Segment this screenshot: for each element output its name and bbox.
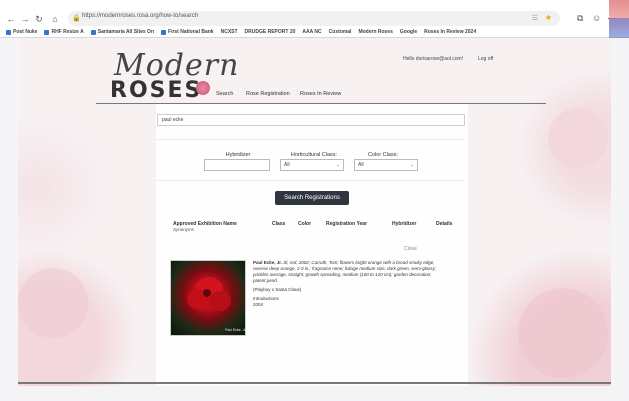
parentage: (Playboy x Santa Claus) — [253, 287, 302, 292]
color-class-label: Color Class: — [368, 152, 398, 158]
col-color[interactable]: Color — [298, 221, 311, 227]
bookmark-icon — [90, 29, 96, 35]
color-class-select[interactable]: All ⌄ — [354, 159, 418, 171]
bookmark-item[interactable]: First National Bank — [161, 27, 214, 37]
bookmark-item[interactable]: RHF Resize A — [44, 27, 84, 37]
favorite-star-icon[interactable]: ★ — [545, 13, 552, 22]
browser-toolbar: ← → ↻ ⌂ 🔒 https://modernroses.rosa.org/h… — [0, 0, 629, 38]
bookmark-item[interactable]: NCXST — [221, 27, 238, 37]
back-icon[interactable]: ← — [6, 14, 16, 24]
rose-photo[interactable] — [170, 260, 246, 336]
chevron-down-icon: ⌄ — [335, 162, 340, 168]
col-details[interactable]: Details — [436, 221, 452, 227]
screen-bottom-margin — [0, 386, 629, 401]
reader-icon[interactable]: ☰ — [532, 14, 538, 22]
chevron-down-icon: ⌄ — [409, 162, 414, 168]
bookmarks-bar: Post Nuke RHF Resize A Santamaria All Si… — [6, 27, 476, 37]
user-greeting: Hello dorisarose@aol.com! — [403, 56, 464, 62]
profile-icon[interactable]: ☺ — [592, 13, 601, 23]
rose-bloom — [209, 291, 231, 311]
url-text[interactable]: https://modernroses.rosa.org/how-to/sear… — [82, 13, 198, 19]
logoff-link[interactable]: Log off — [478, 56, 493, 62]
lock-icon: 🔒 — [72, 15, 81, 22]
nav-search[interactable]: Search — [216, 91, 233, 97]
photo-caption: Paul Ecke, Jr. — [225, 328, 247, 332]
bookmark-item[interactable]: Post Nuke — [6, 27, 37, 37]
bookmark-item[interactable]: Customal — [329, 27, 352, 37]
hybridizer-input[interactable] — [204, 159, 270, 171]
horticultural-class-value: All — [284, 162, 290, 168]
nav-rose-registration[interactable]: Rose Registration — [246, 91, 290, 97]
background-rose — [548, 108, 608, 168]
bookmark-item[interactable]: Santamaria All Sites On — [90, 27, 154, 37]
divider — [157, 139, 465, 140]
background-rose — [18, 268, 88, 338]
rose-center — [203, 289, 211, 297]
refresh-icon[interactable]: ↻ — [34, 14, 44, 24]
home-icon[interactable]: ⌂ — [50, 14, 60, 24]
rose-logo-icon — [196, 81, 210, 95]
bookmark-item[interactable]: Roses In Review 2024 — [424, 27, 476, 37]
forward-icon[interactable]: → — [20, 14, 30, 24]
search-registrations-button[interactable]: Search Registrations — [275, 191, 349, 205]
col-hybridizer[interactable]: Hybridizer — [392, 221, 416, 227]
search-input[interactable]: paul ecke — [157, 114, 465, 126]
bookmark-item[interactable]: Modern Roses — [358, 27, 392, 37]
horticultural-class-select[interactable]: All ⌄ — [280, 159, 344, 171]
close-details-link[interactable]: Close — [404, 246, 417, 252]
bookmark-item[interactable]: DRUDGE REPORT 20 — [245, 27, 296, 37]
nav-roses-in-review[interactable]: Roses In Review — [300, 91, 341, 97]
collections-icon[interactable]: ⧉ — [577, 13, 583, 24]
header-divider — [96, 103, 546, 104]
synonyms-label: Synonyms — [173, 227, 195, 232]
divider — [157, 180, 465, 181]
horticultural-class-label: Horticultural Class: — [290, 152, 338, 158]
introductions-label: Introductions — [253, 296, 279, 301]
page-viewport: Modern ROSES Search Rose Registration Ro… — [18, 38, 611, 386]
col-registration-year[interactable]: Registration Year — [326, 221, 367, 227]
logo-roses[interactable]: ROSES — [110, 78, 202, 103]
color-class-value: All — [358, 162, 364, 168]
bookmark-item[interactable]: Google — [400, 27, 417, 37]
content-panel — [156, 104, 468, 386]
background-rose — [518, 288, 608, 378]
bookmark-icon — [6, 29, 11, 35]
hybridizer-label: Hybridizer — [225, 152, 251, 158]
rose-description: Paul Ecke, Jr. Sl, red, 2002; Carruth, T… — [253, 260, 443, 311]
bookmark-icon — [44, 29, 50, 35]
edge-decoration — [609, 18, 629, 38]
bookmark-icon — [161, 29, 167, 35]
rose-name: Paul Ecke, Jr. — [253, 260, 283, 265]
col-class[interactable]: Class — [272, 221, 285, 227]
introductions-year: 2004 — [253, 302, 264, 307]
address-bar[interactable]: 🔒 https://modernroses.rosa.org/how-to/se… — [68, 11, 560, 26]
bookmark-item[interactable]: AAA NC — [302, 27, 321, 37]
footer-divider — [18, 382, 611, 384]
